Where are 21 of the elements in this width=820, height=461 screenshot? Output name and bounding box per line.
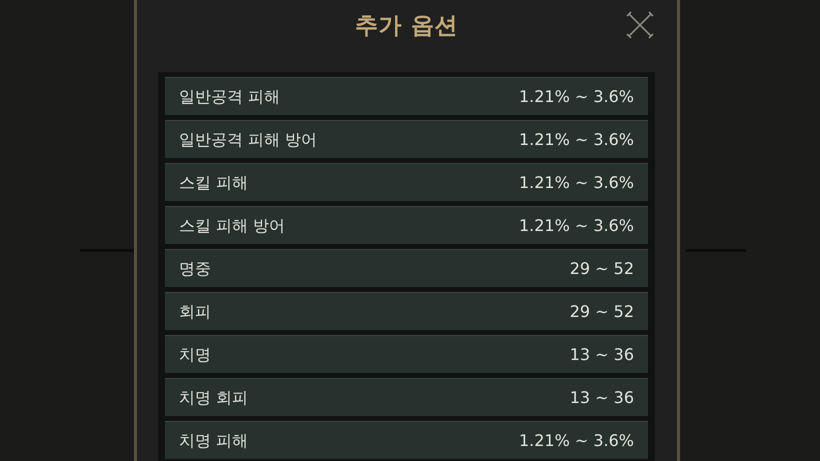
- option-name: 명중: [179, 258, 211, 280]
- option-range: 1.21% ~ 3.6%: [518, 430, 634, 452]
- option-name: 치명: [179, 344, 211, 366]
- option-name: 치명 회피: [179, 386, 248, 408]
- option-range: 13 ~ 36: [570, 386, 634, 408]
- option-range: 1.21% ~ 3.6%: [518, 172, 634, 194]
- option-name: 회피: [179, 300, 211, 322]
- dialog-title: 추가 옵션: [355, 12, 458, 41]
- option-name: 스킬 피해 방어: [179, 214, 286, 236]
- option-name: 스킬 피해: [179, 172, 248, 194]
- close-icon: [626, 11, 654, 39]
- option-range: 13 ~ 36: [570, 344, 634, 366]
- option-name: 일반공격 피해: [179, 86, 280, 108]
- option-range: 29 ~ 52: [570, 258, 634, 280]
- option-range: 29 ~ 52: [570, 300, 634, 322]
- option-range: 1.21% ~ 3.6%: [518, 214, 634, 236]
- close-button[interactable]: [624, 10, 654, 40]
- option-name: 치명 피해: [179, 430, 248, 452]
- option-name: 일반공격 피해 방어: [179, 128, 318, 150]
- option-range: 1.21% ~ 3.6%: [518, 86, 634, 108]
- option-range: 1.21% ~ 3.6%: [518, 128, 634, 150]
